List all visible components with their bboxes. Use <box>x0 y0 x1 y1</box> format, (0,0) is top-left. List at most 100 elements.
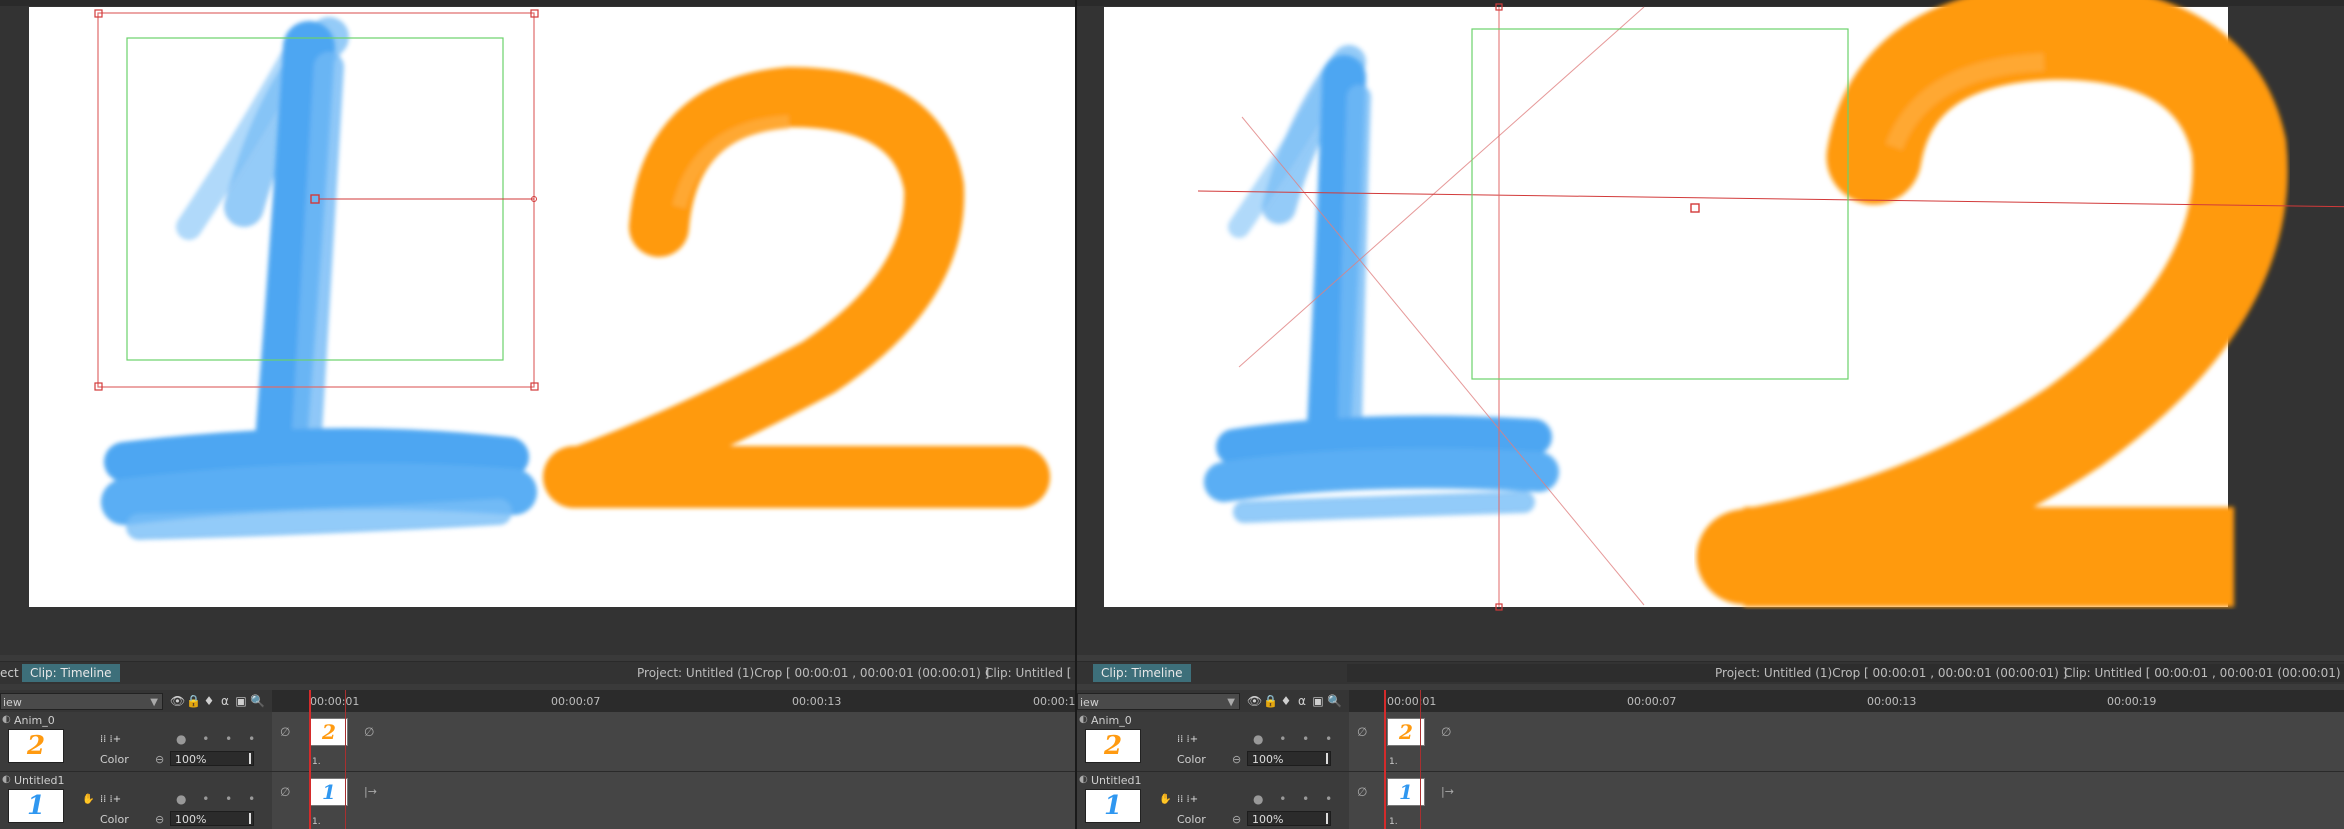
layer-thumbnail[interactable]: 1 <box>1085 789 1141 823</box>
eye-icon[interactable]: 👁 <box>170 694 185 708</box>
layer-thumbnail[interactable]: 2 <box>1085 729 1141 763</box>
layer-dots[interactable]: ● • • • • <box>176 792 284 806</box>
right-playhead-end <box>1420 690 1421 829</box>
minus-icon[interactable]: ⊖ <box>1232 813 1241 826</box>
opacity-field[interactable]: 100% <box>170 811 254 826</box>
left-view-select[interactable]: iew ▼ <box>0 693 163 710</box>
empty-key-icon[interactable]: ∅ <box>280 785 290 799</box>
empty-key-icon[interactable]: ∅ <box>364 725 374 739</box>
left-artwork <box>94 9 1050 540</box>
track-anim0[interactable]: ∅ 2 1. ∅ <box>1349 712 2344 772</box>
empty-key-icon[interactable]: ∅ <box>280 725 290 739</box>
opacity-field[interactable]: 100% <box>1247 751 1331 766</box>
left-playhead-end <box>345 690 346 829</box>
arrow-end-icon[interactable]: |→ <box>364 785 377 798</box>
left-status-project: Project: Untitled (1)Crop [ 00:00:01 , 0… <box>637 666 990 680</box>
right-artwork <box>1197 0 2344 611</box>
tick-label: 00:00:13 <box>792 695 842 708</box>
layer-dots[interactable]: ● • • • • <box>1253 732 1361 746</box>
frame-label: 1. <box>1389 757 1398 767</box>
lock-icon[interactable]: 🔒 <box>1263 694 1278 708</box>
tick-label: 00:00:07 <box>1627 695 1677 708</box>
color-label: Color <box>1177 753 1206 766</box>
left-tab-bar: ect Clip: Timeline Project: Untitled (1)… <box>0 661 1075 684</box>
grid-icon[interactable]: ▣ <box>234 694 248 708</box>
left-time-ruler[interactable]: 00:00:01 00:00:07 00:00:13 00:00:19 <box>272 690 1075 712</box>
zoom-icon[interactable]: 🔍 <box>250 694 265 708</box>
lock-icon[interactable]: 🔒 <box>186 694 201 708</box>
frame-label: 1. <box>312 757 321 767</box>
right-tab-clip-timeline[interactable]: Clip: Timeline <box>1093 664 1191 682</box>
keyframe-thumb[interactable]: 2 <box>310 718 348 746</box>
tick-label: 00:00:13 <box>1867 695 1917 708</box>
track-untitled1[interactable]: ∅ 1 1. |→ <box>1349 772 2344 829</box>
layer-row-untitled1[interactable]: ◐ Untitled1 1 ✋ ⁞⁞ ⁞+ ● • • • • Color ⊖ … <box>1077 772 1355 829</box>
layer-toggle-icon[interactable]: ◐ <box>2 714 11 725</box>
layer-toggle-icon[interactable]: ◐ <box>1079 714 1088 725</box>
grid-icon[interactable]: ▣ <box>1311 694 1325 708</box>
tick-label: 00:00:07 <box>551 695 601 708</box>
keyframe-thumb[interactable]: 1 <box>310 778 348 806</box>
layer-row-anim0[interactable]: ◐ Anim_0 2 ⁞⁞ ⁞+ ● • • • • Color ⊖ 100% <box>0 712 278 772</box>
right-canvas-viewport[interactable] <box>1077 0 2344 655</box>
track-anim0[interactable]: ∅ 2 1. ∅ <box>272 712 1075 772</box>
digit-one-stroke <box>101 17 537 540</box>
right-playhead[interactable] <box>1384 690 1386 829</box>
layer-thumbnail[interactable]: 1 <box>8 789 64 823</box>
minus-icon[interactable]: ⊖ <box>1232 753 1241 766</box>
layer-dots[interactable]: ● • • • • <box>176 732 284 746</box>
left-tab-project[interactable]: ect <box>0 664 19 682</box>
digit-two-stroke <box>1696 0 2288 607</box>
chevron-down-icon: ▼ <box>1227 697 1235 708</box>
hand-icon[interactable]: ✋ <box>1159 794 1171 805</box>
hand-icon[interactable]: ✋ <box>82 794 94 805</box>
bulb-icon[interactable]: ♦ <box>1279 694 1293 708</box>
tick-label: 00:00:01 <box>310 695 360 708</box>
layer-toggle-icon[interactable]: ◐ <box>2 774 11 785</box>
layer-row-anim0[interactable]: ◐ Anim_0 2 ⁞⁞ ⁞+ ● • • • • Color ⊖ 100% <box>1077 712 1355 772</box>
pivot-handle <box>1690 203 1700 213</box>
layer-ops-icon[interactable]: ⁞⁞ ⁞+ <box>1177 734 1198 745</box>
minus-icon[interactable]: ⊖ <box>155 753 164 766</box>
tick-label: 00:00:01 <box>1387 695 1437 708</box>
right-editor-pane: Clip: Timeline Project: Untitled (1)Crop… <box>1077 0 2344 829</box>
left-playhead[interactable] <box>309 690 311 829</box>
opacity-field[interactable]: 100% <box>170 751 254 766</box>
opacity-field[interactable]: 100% <box>1247 811 1331 826</box>
layer-ops-icon[interactable]: ⁞⁞ ⁞+ <box>100 794 121 805</box>
tick-label: 00:00:19 <box>2107 695 2157 708</box>
alpha-icon[interactable]: α <box>1295 694 1309 708</box>
layer-toggle-icon[interactable]: ◐ <box>1079 774 1088 785</box>
right-status-clip: Clip: Untitled [ 00:00:01 , 00:00:01 (00… <box>2064 666 2344 680</box>
empty-key-icon[interactable]: ∅ <box>1441 725 1451 739</box>
left-stage[interactable] <box>29 7 1075 607</box>
layer-dots[interactable]: ● • • • • <box>1253 792 1361 806</box>
empty-key-icon[interactable]: ∅ <box>1357 785 1367 799</box>
layer-ops-icon[interactable]: ⁞⁞ ⁞+ <box>1177 794 1198 805</box>
color-label: Color <box>100 753 129 766</box>
digit-two-stroke <box>543 66 1050 508</box>
right-status-project: Project: Untitled (1)Crop [ 00:00:01 , 0… <box>1715 666 2068 680</box>
track-untitled1[interactable]: ∅ 1 1. |→ <box>272 772 1075 829</box>
empty-key-icon[interactable]: ∅ <box>1357 725 1367 739</box>
right-view-select[interactable]: iew ▼ <box>1077 693 1240 710</box>
tick-label: 00:00:19 <box>1033 695 1075 708</box>
layer-name: Anim_0 <box>14 714 55 727</box>
right-time-ruler[interactable]: 00:00:01 00:00:07 00:00:13 00:00:19 <box>1349 690 2344 712</box>
color-label: Color <box>100 813 129 826</box>
minus-icon[interactable]: ⊖ <box>155 813 164 826</box>
arrow-end-icon[interactable]: |→ <box>1441 785 1454 798</box>
rotation-arm <box>1197 190 2344 208</box>
layer-ops-icon[interactable]: ⁞⁞ ⁞+ <box>100 734 121 745</box>
layer-row-untitled1[interactable]: ◐ Untitled1 1 ✋ ⁞⁞ ⁞+ ● • • • • Color ⊖ … <box>0 772 278 829</box>
zoom-icon[interactable]: 🔍 <box>1327 694 1342 708</box>
eye-icon[interactable]: 👁 <box>1247 694 1262 708</box>
layer-name: Untitled1 <box>14 774 65 787</box>
left-canvas-viewport[interactable] <box>0 0 1075 655</box>
left-tab-clip-timeline[interactable]: Clip: Timeline <box>22 664 120 682</box>
bulb-icon[interactable]: ♦ <box>202 694 216 708</box>
layer-thumbnail[interactable]: 2 <box>8 729 64 763</box>
left-top-strip <box>0 0 1075 6</box>
right-stage[interactable] <box>1104 0 2344 611</box>
alpha-icon[interactable]: α <box>218 694 232 708</box>
